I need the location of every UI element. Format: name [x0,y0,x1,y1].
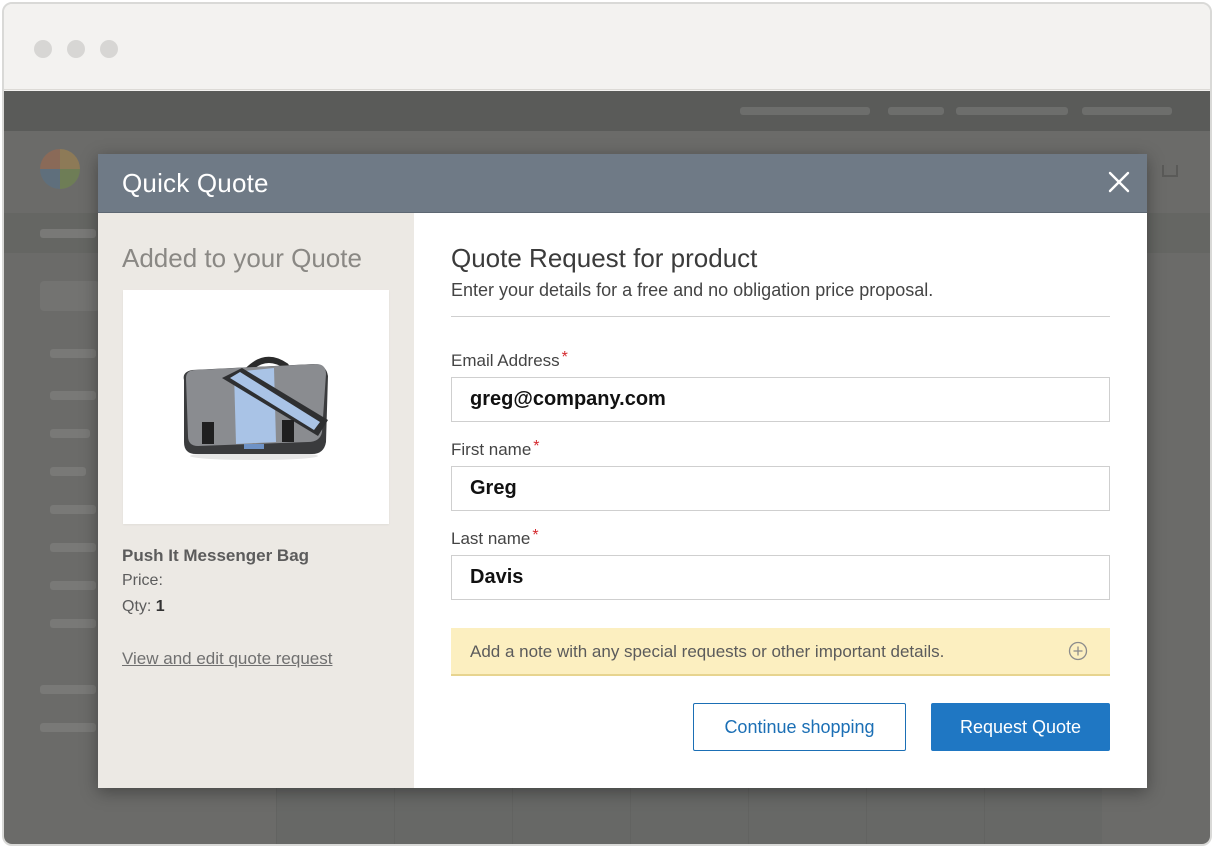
request-quote-button[interactable]: Request Quote [931,703,1110,751]
background-heading [40,281,100,311]
modal-title: Quick Quote [122,168,269,198]
product-image-card [123,290,389,524]
product-qty: Qty: 1 [122,598,165,616]
last-name-label: Last name * [451,527,539,549]
product-name: Push It Messenger Bag [122,546,310,565]
browser-titlebar [4,4,1210,90]
background-topbar [4,91,1210,131]
panel-heading: Added to your Quote [122,243,362,273]
messenger-bag-image [183,357,328,460]
email-label-text: Email Address [451,351,560,370]
modal-header: Quick Quote [98,154,1147,213]
qty-label: Qty: [122,598,152,615]
form-subtitle: Enter your details for a free and no obl… [451,280,934,300]
required-marker: * [533,438,540,455]
last-name-label-text: Last name [451,529,531,548]
first-name-field[interactable] [451,466,1110,511]
window-minimize-dot[interactable] [67,40,85,58]
quick-quote-modal: Quick Quote Added to your Quote Push It … [98,154,1147,788]
note-prompt: Add a note with any special requests or … [470,642,945,661]
first-name-label: First name * [451,438,540,460]
cart-icon [1162,165,1178,177]
product-price: Price: [122,572,163,590]
browser-window: Quick Quote Added to your Quote Push It … [2,2,1212,846]
window-close-dot[interactable] [34,40,52,58]
form-title: Quote Request for product [451,243,758,273]
store-logo-icon [40,149,80,189]
plus-circle-icon [1068,641,1088,661]
required-marker: * [561,349,568,366]
quote-request-form: Quote Request for product Enter your det… [414,213,1147,788]
form-divider [451,316,1110,317]
email-field[interactable] [451,377,1110,422]
window-zoom-dot[interactable] [100,40,118,58]
continue-shopping-button[interactable]: Continue shopping [693,703,906,751]
required-marker: * [532,527,539,544]
quote-summary-panel: Added to your Quote Push It Messenger Ba… [98,213,414,788]
close-icon[interactable] [1107,170,1131,194]
email-label: Email Address * [451,349,568,371]
last-name-field[interactable] [451,555,1110,600]
price-label: Price: [122,572,163,589]
qty-value: 1 [155,598,165,615]
view-edit-quote-link[interactable]: View and edit quote request [122,649,332,669]
add-note-toggle[interactable]: Add a note with any special requests or … [451,628,1110,676]
first-name-label-text: First name [451,440,532,459]
